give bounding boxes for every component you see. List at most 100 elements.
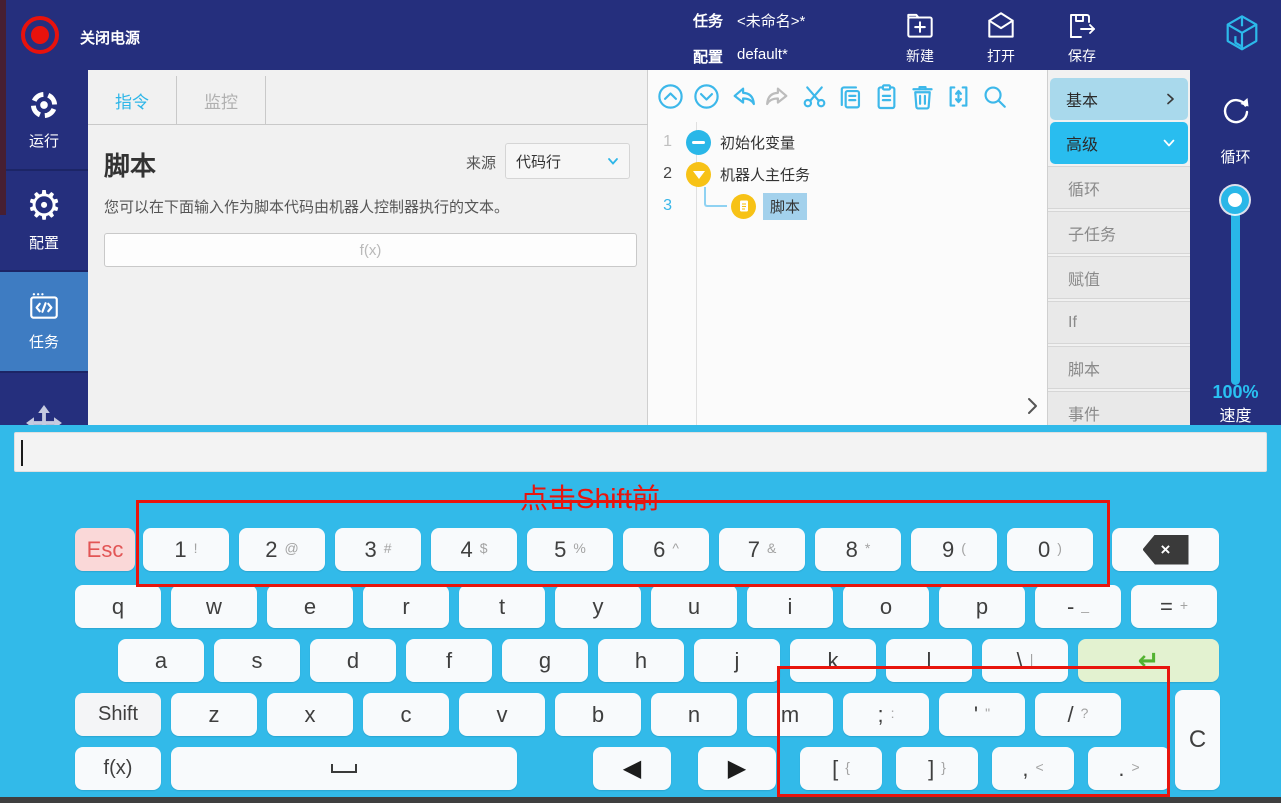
key-y[interactable]: y: [555, 585, 641, 628]
tab-command[interactable]: 指令: [88, 76, 177, 125]
key-4[interactable]: 4$: [431, 528, 517, 571]
cut-icon[interactable]: [800, 82, 829, 111]
script-node-icon[interactable]: [731, 194, 756, 219]
key-h[interactable]: h: [598, 639, 684, 682]
redo-icon[interactable]: [764, 82, 793, 111]
speed-slider-thumb[interactable]: [1221, 186, 1249, 214]
search-icon[interactable]: [980, 82, 1009, 111]
key-v[interactable]: v: [459, 693, 545, 736]
key-5[interactable]: 5%: [527, 528, 613, 571]
key-esc[interactable]: Esc: [75, 528, 135, 571]
key-arrow-left[interactable]: ◀: [593, 747, 671, 790]
delete-icon[interactable]: [908, 82, 937, 111]
tree-row-label-selected[interactable]: 脚本: [763, 193, 807, 220]
key-r[interactable]: r: [363, 585, 449, 628]
key-p[interactable]: p: [939, 585, 1025, 628]
key-7[interactable]: 7&: [719, 528, 805, 571]
key-f[interactable]: f: [406, 639, 492, 682]
save-task-button[interactable]: 保存: [1047, 9, 1117, 66]
key--[interactable]: -_: [1035, 585, 1121, 628]
key-'[interactable]: '": [939, 693, 1025, 736]
key-l[interactable]: l: [886, 639, 972, 682]
palette-item-loop[interactable]: 循环: [1048, 166, 1190, 209]
key-1[interactable]: 1!: [143, 528, 229, 571]
source-dropdown[interactable]: 代码行: [505, 143, 630, 179]
power-button[interactable]: [21, 16, 59, 54]
key-9[interactable]: 9(: [911, 528, 997, 571]
key-c[interactable]: c: [363, 693, 449, 736]
key-o[interactable]: o: [843, 585, 929, 628]
panel-expand-chevron-icon[interactable]: [1025, 396, 1039, 421]
key-8[interactable]: 8*: [815, 528, 901, 571]
key-0[interactable]: 0): [1007, 528, 1093, 571]
loop-mode-label[interactable]: 循环: [1190, 146, 1281, 167]
tree-row-init-vars[interactable]: 1 初始化变量: [648, 126, 1047, 158]
key-backspace[interactable]: ×: [1112, 528, 1219, 571]
scroll-down-icon[interactable]: [692, 82, 721, 111]
key-6[interactable]: 6^: [623, 528, 709, 571]
key-m[interactable]: m: [747, 693, 833, 736]
tree-row-label[interactable]: 初始化变量: [720, 132, 795, 153]
key-[[interactable]: [{: [800, 747, 882, 790]
key-e[interactable]: e: [267, 585, 353, 628]
new-task-button[interactable]: 新建: [885, 9, 955, 66]
key-b[interactable]: b: [555, 693, 641, 736]
key-=[interactable]: =+: [1131, 585, 1217, 628]
key-w[interactable]: w: [171, 585, 257, 628]
robot-teach-pendant-screen: 关闭电源 任务 <未命名>* 配置 default* 新建 打开 保存: [0, 0, 1281, 803]
key-\[interactable]: \|: [982, 639, 1068, 682]
key-n[interactable]: n: [651, 693, 737, 736]
sidebar-item-run[interactable]: 运行: [0, 70, 88, 171]
palette-item-assignment[interactable]: 赋值: [1048, 256, 1190, 299]
key-s[interactable]: s: [214, 639, 300, 682]
key-x[interactable]: x: [267, 693, 353, 736]
key-;[interactable]: ;:: [843, 693, 929, 736]
key-shift[interactable]: Shift: [75, 693, 161, 736]
key-3[interactable]: 3#: [335, 528, 421, 571]
key-k[interactable]: k: [790, 639, 876, 682]
key-d[interactable]: d: [310, 639, 396, 682]
tree-row-main-task[interactable]: 2 机器人主任务: [648, 158, 1047, 190]
key-t[interactable]: t: [459, 585, 545, 628]
palette-item-if[interactable]: If: [1048, 301, 1190, 344]
speed-slider-track[interactable]: [1231, 195, 1240, 385]
tab-monitor[interactable]: 监控: [177, 76, 266, 125]
key-u[interactable]: u: [651, 585, 737, 628]
key-z[interactable]: z: [171, 693, 257, 736]
scroll-up-icon[interactable]: [656, 82, 685, 111]
key-enter[interactable]: ↵: [1078, 639, 1219, 682]
key-,[interactable]: ,<: [992, 747, 1074, 790]
key-i[interactable]: i: [747, 585, 833, 628]
key-g[interactable]: g: [502, 639, 588, 682]
script-expression-input[interactable]: f(x): [104, 233, 637, 267]
minus-circle-icon[interactable]: [686, 130, 711, 155]
key-main-label: o: [880, 594, 892, 620]
copy-icon[interactable]: [836, 82, 865, 111]
undo-icon[interactable]: [728, 82, 757, 111]
paste-icon[interactable]: [872, 82, 901, 111]
key-.[interactable]: .>: [1088, 747, 1170, 790]
open-task-button[interactable]: 打开: [966, 9, 1036, 66]
key-fx[interactable]: f(x): [75, 747, 161, 790]
insert-icon[interactable]: [944, 82, 973, 111]
key-][interactable]: ]}: [896, 747, 978, 790]
key-j[interactable]: j: [694, 639, 780, 682]
key-2[interactable]: 2@: [239, 528, 325, 571]
key-/[interactable]: /?: [1035, 693, 1121, 736]
key-arrow-right[interactable]: ▶: [698, 747, 776, 790]
palette-item-script[interactable]: 脚本: [1048, 346, 1190, 389]
sidebar-item-config[interactable]: ⚙ 配置: [0, 171, 88, 272]
palette-item-subtask[interactable]: 子任务: [1048, 211, 1190, 254]
key-a[interactable]: a: [118, 639, 204, 682]
palette-group-advanced[interactable]: 高级: [1050, 122, 1188, 164]
keyboard-text-input[interactable]: [14, 432, 1267, 472]
tree-row-script[interactable]: 3 脚本: [648, 190, 1047, 222]
palette-group-basic[interactable]: 基本: [1050, 78, 1188, 120]
key-space[interactable]: [171, 747, 517, 790]
collapse-triangle-icon[interactable]: [686, 162, 711, 187]
speed-sidebar: 循环 100% 速度: [1190, 70, 1281, 425]
tree-row-label[interactable]: 机器人主任务: [720, 164, 810, 185]
sidebar-item-task[interactable]: 任务: [0, 272, 88, 373]
key-c[interactable]: C: [1175, 690, 1220, 790]
key-q[interactable]: q: [75, 585, 161, 628]
